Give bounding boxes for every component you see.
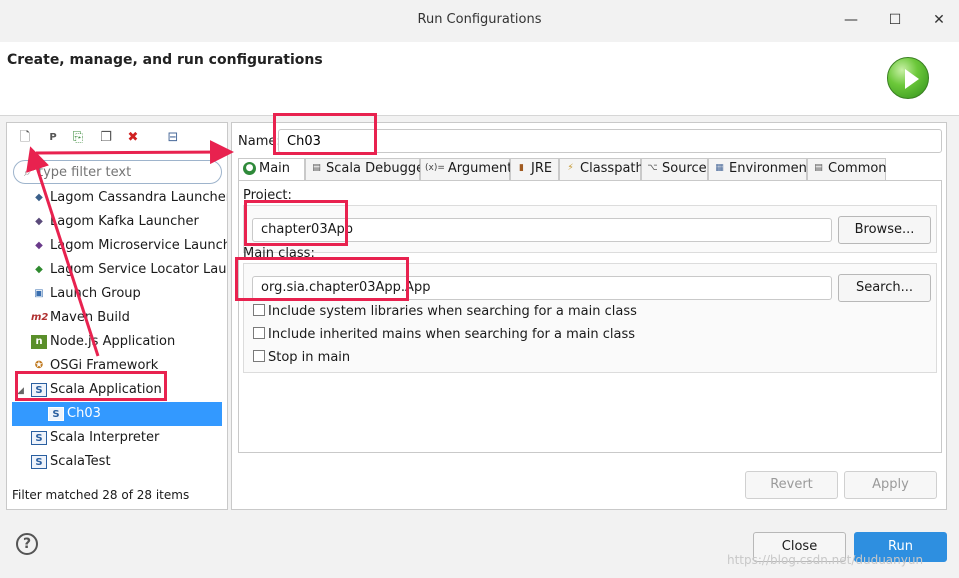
- arrow-to-new-config: [26, 146, 100, 357]
- arrow-to-name-field: [35, 140, 234, 165]
- annotation-arrows: [26, 140, 234, 357]
